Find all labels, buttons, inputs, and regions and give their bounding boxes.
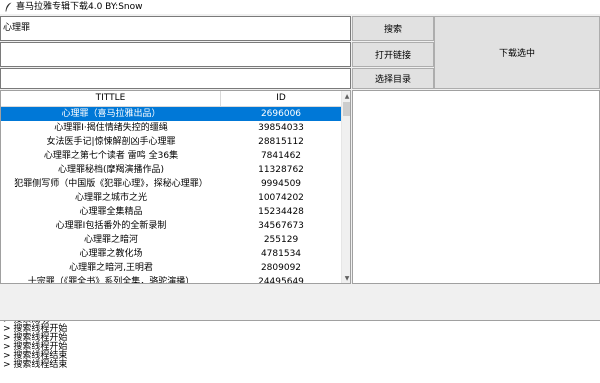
cell-title: 心理罪全集精品 (79, 207, 143, 217)
table-scrollbar[interactable]: ▲ ▼ (341, 91, 350, 283)
log-line: > 搜索线程结束 (3, 360, 68, 370)
table-row[interactable]: 心理罪（喜马拉雅出品） 2696006 (1, 107, 341, 121)
cell-id: 7841462 (260, 151, 302, 161)
directory-input[interactable] (0, 68, 351, 89)
open-link-button[interactable]: 打开链接 (352, 42, 434, 67)
column-header-title[interactable]: TITTLE (1, 91, 221, 106)
log-output: > 搜索成功 > 搜索线程开始 > 搜索线程开始 > 搜索线程开始 > 搜索线程结束 > … (0, 320, 600, 383)
table-row[interactable]: 心理罪之城市之光 10074202 (1, 191, 341, 205)
table-row[interactable]: 心理罪之暗河,王明君 2809092 (1, 261, 341, 275)
table-row[interactable]: 心理罪之教化场 4781534 (1, 247, 341, 261)
cell-title: 心理罪之教化场 (79, 249, 143, 259)
search-input[interactable]: 心理罪 (0, 16, 351, 41)
cell-title: 犯罪侧写师（中国版《犯罪心理》，探秘心理罪） (14, 179, 208, 189)
cell-id: 15234428 (258, 207, 304, 217)
cell-title: 十宗罪（《罪全书》系列全集，骆驼演播） (27, 277, 195, 284)
cell-id: 11328762 (258, 165, 304, 175)
cell-title: 心理罪秘档(摩羯演播作品) (57, 165, 165, 175)
results-table[interactable]: TITTLE ID 心理罪（喜马拉雅出品） 2696006 心理罪Ⅰ·揭住情绪失控的… (0, 90, 351, 284)
feather-icon (5, 2, 12, 12)
table-row[interactable]: 十宗罪（《罪全书》系列全集，骆驼演播） 24495649 (1, 275, 341, 284)
cell-id: 28815112 (258, 137, 304, 147)
cell-id: 24495649 (258, 277, 304, 284)
cell-id: 39854033 (258, 123, 304, 133)
cell-id: 9994509 (260, 179, 302, 189)
table-row[interactable]: 女法医手记|惊悚解剖凶手心理罪 28815112 (1, 135, 341, 149)
scroll-up-icon[interactable]: ▲ (342, 91, 350, 101)
column-header-id[interactable]: ID (221, 91, 341, 106)
window-title: 喜马拉雅专辑下载4.0 BY:Snow (16, 2, 143, 12)
table-row[interactable]: 心理罪Ⅰ包括番外的全新录制 34567673 (1, 219, 341, 233)
scrollbar-thumb[interactable] (343, 102, 350, 116)
detail-panel (352, 90, 600, 284)
table-row[interactable]: 心理罪Ⅰ·揭住情绪失控的缰绳 39854033 (1, 121, 341, 135)
cell-id: 4781534 (260, 249, 302, 259)
table-row[interactable]: 心理罪秘档(摩羯演播作品) 11328762 (1, 163, 341, 177)
table-row[interactable]: 心理罪之第七个读者 雷鸣 全36集 7841462 (1, 149, 341, 163)
cell-id: 2809092 (260, 263, 302, 273)
link-input[interactable] (0, 42, 351, 67)
cell-title: 心理罪之城市之光 (74, 193, 147, 203)
cell-id: 255129 (263, 235, 299, 245)
cell-title: 心理罪Ⅰ·揭住情绪失控的缰绳 (54, 123, 168, 133)
cell-id: 34567673 (258, 221, 304, 231)
table-header: TITTLE ID (1, 91, 341, 107)
cell-title: 心理罪之暗河,王明君 (69, 263, 153, 273)
select-directory-button[interactable]: 选择目录 (352, 68, 434, 89)
table-row[interactable]: 心理罪全集精品 15234428 (1, 205, 341, 219)
cell-title: 心理罪（喜马拉雅出品） (61, 109, 161, 119)
cell-title: 心理罪之第七个读者 雷鸣 全36集 (43, 151, 179, 161)
search-button[interactable]: 搜索 (352, 16, 434, 41)
table-row[interactable]: 犯罪侧写师（中国版《犯罪心理》，探秘心理罪） 9994509 (1, 177, 341, 191)
cell-title: 女法医手记|惊悚解剖凶手心理罪 (46, 137, 176, 147)
cell-id: 2696006 (260, 109, 302, 119)
table-body: 心理罪（喜马拉雅出品） 2696006 心理罪Ⅰ·揭住情绪失控的缰绳 39854033… (1, 107, 341, 284)
scroll-down-icon[interactable]: ▼ (342, 273, 350, 283)
cell-id: 10074202 (258, 193, 304, 203)
title-bar: 喜马拉雅专辑下载4.0 BY:Snow (0, 0, 600, 14)
cell-title: 心理罪Ⅰ包括番外的全新录制 (55, 221, 167, 231)
table-row[interactable]: 心理罪之暗河 255129 (1, 233, 341, 247)
download-selected-button[interactable]: 下载选中 (434, 16, 600, 89)
cell-title: 心理罪之暗河 (83, 235, 138, 245)
